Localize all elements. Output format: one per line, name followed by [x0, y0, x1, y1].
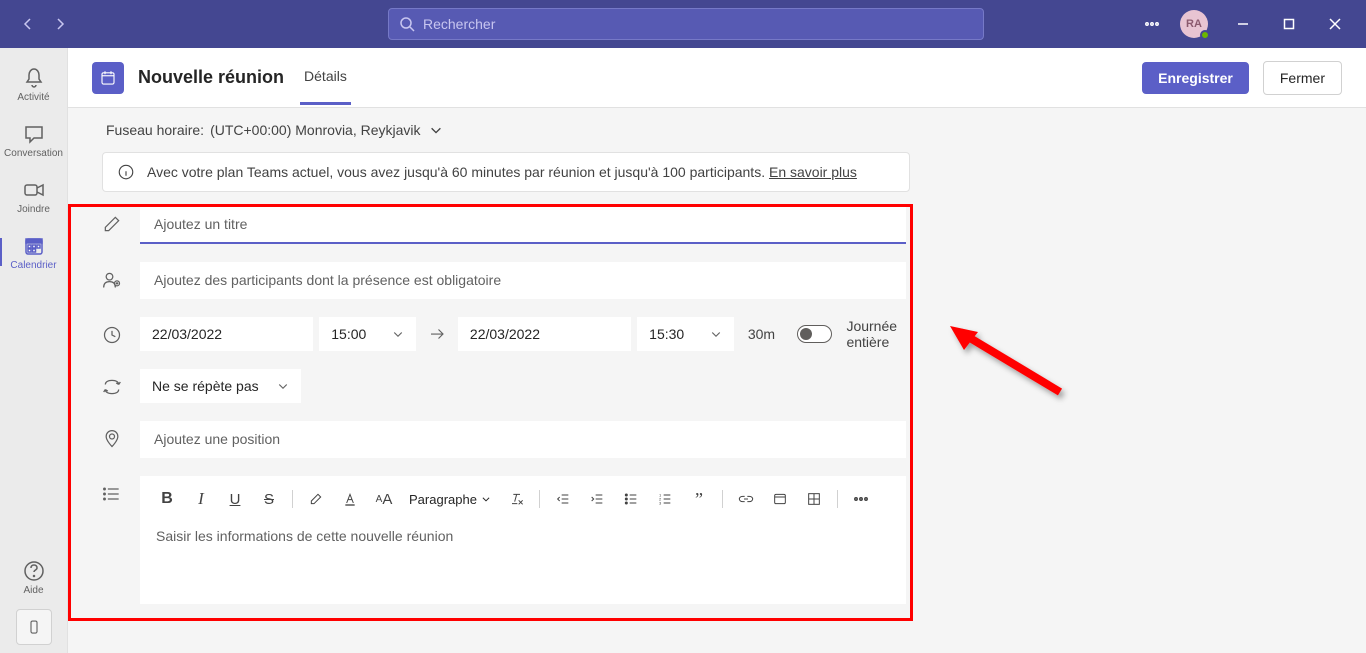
- meeting-icon: [92, 62, 124, 94]
- window-minimize-button[interactable]: [1220, 0, 1266, 48]
- info-banner: Avec votre plan Teams actuel, vous avez …: [102, 152, 910, 192]
- bullet-list-button[interactable]: [616, 484, 646, 514]
- rail-label: Aide: [23, 585, 43, 596]
- indent-button[interactable]: [582, 484, 612, 514]
- chevron-down-icon: [277, 380, 289, 392]
- rail-calendar[interactable]: Calendrier: [0, 224, 68, 280]
- svg-text:3: 3: [659, 500, 662, 505]
- chevron-down-icon: [710, 328, 722, 340]
- strikethrough-button[interactable]: S: [254, 484, 284, 514]
- rail-apps-button[interactable]: [16, 609, 52, 645]
- presence-indicator: [1200, 30, 1210, 40]
- timezone-bar[interactable]: Fuseau horaire: (UTC+00:00) Monrovia, Re…: [68, 108, 1366, 152]
- bold-button[interactable]: B: [152, 484, 182, 514]
- rail-join[interactable]: Joindre: [0, 168, 68, 224]
- arrow-right-icon: [422, 325, 452, 343]
- location-icon: [102, 429, 122, 449]
- search-placeholder: Rechercher: [423, 16, 495, 32]
- location-input[interactable]: [140, 421, 906, 458]
- rail-label: Conversation: [4, 148, 63, 159]
- nav-back-button[interactable]: [16, 12, 40, 36]
- start-time-input[interactable]: 15:00: [319, 317, 416, 351]
- chat-icon: [22, 122, 46, 146]
- tab-details[interactable]: Détails: [300, 50, 351, 105]
- timezone-label: Fuseau horaire:: [106, 122, 204, 138]
- save-button[interactable]: Enregistrer: [1142, 62, 1249, 94]
- end-date-input[interactable]: 22/03/2022: [458, 317, 631, 351]
- code-button[interactable]: [765, 484, 795, 514]
- underline-button[interactable]: U: [220, 484, 250, 514]
- rail-help[interactable]: Aide: [0, 549, 68, 605]
- search-input[interactable]: Rechercher: [388, 8, 984, 40]
- rte-toolbar: B I U S: [140, 476, 906, 522]
- page-header: Nouvelle réunion Détails Enregistrer Fer…: [68, 48, 1366, 108]
- window-close-button[interactable]: [1312, 0, 1358, 48]
- all-day-label: Journée entière: [846, 318, 942, 350]
- window-maximize-button[interactable]: [1266, 0, 1312, 48]
- nav-forward-button[interactable]: [48, 12, 72, 36]
- font-size-button[interactable]: AA: [369, 484, 399, 514]
- info-icon: [117, 163, 135, 181]
- app-rail: Activité Conversation Joindre Calendrier…: [0, 48, 68, 653]
- description-body[interactable]: Saisir les informations de cette nouvell…: [140, 522, 906, 604]
- pencil-icon: [102, 214, 122, 234]
- chevron-down-icon: [481, 494, 491, 504]
- rail-label: Joindre: [17, 204, 50, 215]
- timezone-value: (UTC+00:00) Monrovia, Reykjavik: [210, 122, 420, 138]
- meeting-title-input[interactable]: [140, 206, 906, 244]
- italic-button[interactable]: I: [186, 484, 216, 514]
- chevron-down-icon: [429, 123, 443, 137]
- all-day-toggle[interactable]: [797, 325, 832, 343]
- end-time-input[interactable]: 15:30: [637, 317, 734, 351]
- clock-icon: [102, 325, 122, 345]
- participants-input[interactable]: [140, 262, 906, 299]
- recurrence-select[interactable]: Ne se répète pas: [140, 369, 301, 403]
- outdent-button[interactable]: [548, 484, 578, 514]
- help-icon: [22, 559, 46, 583]
- rail-activity[interactable]: Activité: [0, 56, 68, 112]
- bell-icon: [22, 66, 46, 90]
- rail-chat[interactable]: Conversation: [0, 112, 68, 168]
- more-options-button[interactable]: [1136, 16, 1168, 32]
- clear-format-button[interactable]: [501, 484, 531, 514]
- rail-label: Activité: [17, 92, 49, 103]
- video-icon: [22, 178, 46, 202]
- annotation-arrow: [930, 312, 1070, 412]
- highlight-button[interactable]: [301, 484, 331, 514]
- number-list-button[interactable]: 123: [650, 484, 680, 514]
- avatar-initials: RA: [1186, 18, 1202, 30]
- search-icon: [399, 16, 415, 32]
- banner-text: Avec votre plan Teams actuel, vous avez …: [147, 164, 765, 180]
- titlebar: Rechercher RA: [0, 0, 1366, 48]
- more-format-button[interactable]: [846, 484, 876, 514]
- table-button[interactable]: [799, 484, 829, 514]
- paragraph-select[interactable]: Paragraphe: [403, 492, 497, 507]
- main-content: Nouvelle réunion Détails Enregistrer Fer…: [68, 48, 1366, 653]
- calendar-icon: [99, 69, 117, 87]
- description-editor: B I U S: [140, 476, 906, 604]
- avatar[interactable]: RA: [1180, 10, 1208, 38]
- duration-label: 30m: [740, 326, 783, 342]
- device-icon: [25, 618, 43, 636]
- learn-more-link[interactable]: En savoir plus: [769, 164, 857, 180]
- page-title: Nouvelle réunion: [138, 67, 284, 88]
- close-button[interactable]: Fermer: [1263, 61, 1342, 95]
- list-icon: [102, 484, 122, 504]
- repeat-icon: [102, 377, 122, 397]
- rail-label: Calendrier: [10, 260, 56, 271]
- chevron-down-icon: [392, 328, 404, 340]
- calendar-icon: [22, 234, 46, 258]
- font-color-button[interactable]: [335, 484, 365, 514]
- quote-button[interactable]: ”: [684, 484, 714, 514]
- start-date-input[interactable]: 22/03/2022: [140, 317, 313, 351]
- link-button[interactable]: [731, 484, 761, 514]
- people-add-icon: [102, 270, 122, 290]
